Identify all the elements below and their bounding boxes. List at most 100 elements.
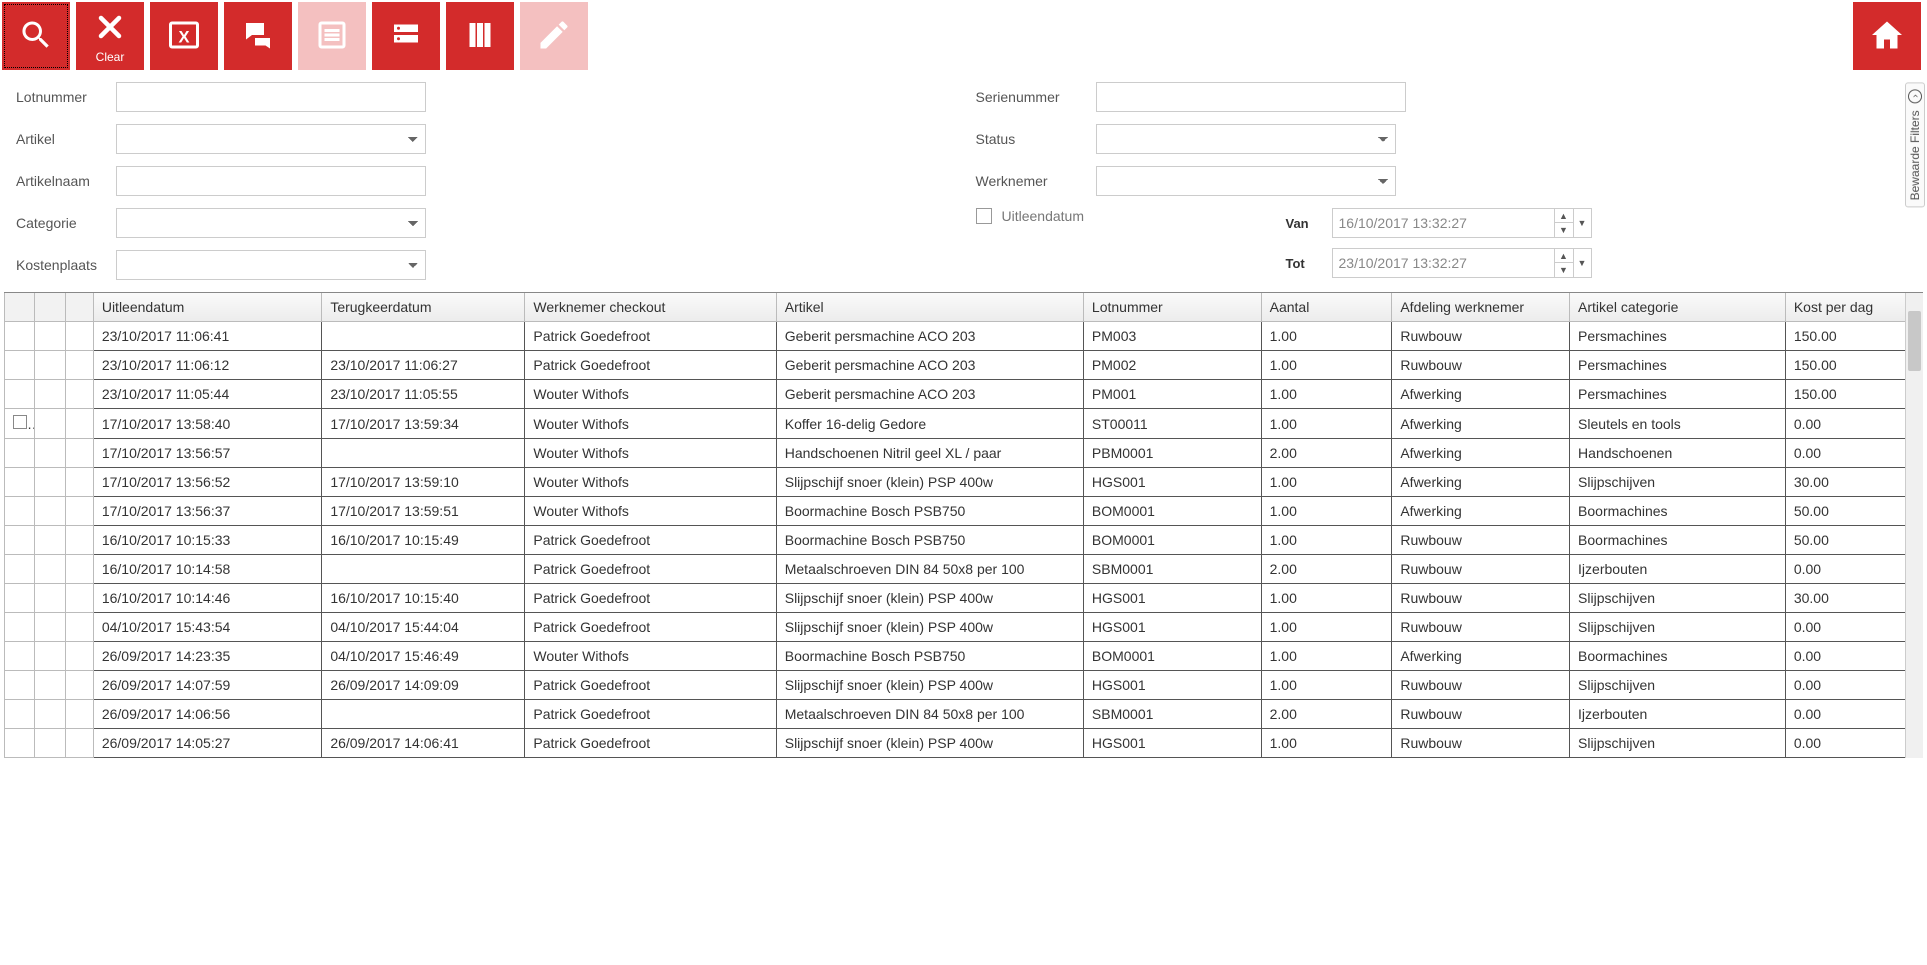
select-categorie[interactable] bbox=[116, 208, 426, 238]
row-selector-cell[interactable] bbox=[5, 584, 35, 613]
table-row[interactable]: 04/10/2017 15:43:5404/10/2017 15:44:04Pa… bbox=[5, 613, 1923, 642]
row-expand-cell[interactable] bbox=[65, 642, 93, 671]
vertical-scrollbar[interactable] bbox=[1905, 293, 1923, 758]
row-expand-cell[interactable] bbox=[65, 613, 93, 642]
checkbox-uitleendatum[interactable] bbox=[976, 208, 992, 224]
row-selector-cell[interactable] bbox=[5, 468, 35, 497]
spin-up-icon[interactable]: ▲ bbox=[1555, 209, 1573, 223]
col-kost-per-dag[interactable]: Kost per dag bbox=[1785, 293, 1922, 322]
home-button[interactable] bbox=[1853, 2, 1921, 70]
row-expand-cell[interactable] bbox=[65, 380, 93, 409]
cell-aantal: 2.00 bbox=[1261, 439, 1392, 468]
row-expand-cell[interactable] bbox=[65, 351, 93, 380]
col-uitleendatum[interactable]: Uitleendatum bbox=[93, 293, 321, 322]
chevron-down-icon[interactable]: ▼ bbox=[1573, 249, 1591, 277]
date-tot-input[interactable] bbox=[1333, 255, 1554, 271]
saved-filters-tab[interactable]: Bewaarde Filters ‹ bbox=[1905, 82, 1925, 207]
row-expand-cell[interactable] bbox=[65, 700, 93, 729]
library-button[interactable] bbox=[446, 2, 514, 70]
select-werknemer[interactable] bbox=[1096, 166, 1396, 196]
scrollbar-thumb[interactable] bbox=[1908, 311, 1921, 371]
row-expand-cell[interactable] bbox=[65, 497, 93, 526]
row-selector-cell[interactable] bbox=[5, 380, 35, 409]
table-row[interactable]: 26/09/2017 14:06:56Patrick GoedefrootMet… bbox=[5, 700, 1923, 729]
cell-artikel: Boormachine Bosch PSB750 bbox=[776, 642, 1083, 671]
row-expand-cell[interactable] bbox=[65, 468, 93, 497]
col-artikel[interactable]: Artikel bbox=[776, 293, 1083, 322]
cell-aantal: 1.00 bbox=[1261, 642, 1392, 671]
cell-artikel: Geberit persmachine ACO 203 bbox=[776, 380, 1083, 409]
row-selector-cell[interactable] bbox=[5, 351, 35, 380]
col-lotnummer[interactable]: Lotnummer bbox=[1083, 293, 1261, 322]
spin-down-icon[interactable]: ▼ bbox=[1555, 263, 1573, 277]
select-status[interactable] bbox=[1096, 124, 1396, 154]
cell-lotnummer: BOM0001 bbox=[1083, 642, 1261, 671]
row-expand-cell[interactable] bbox=[65, 322, 93, 351]
table-row[interactable]: 16/10/2017 10:15:3316/10/2017 10:15:49Pa… bbox=[5, 526, 1923, 555]
date-van[interactable]: ▲▼ ▼ bbox=[1332, 208, 1592, 238]
table-row[interactable]: 17/10/2017 13:56:5217/10/2017 13:59:10Wo… bbox=[5, 468, 1923, 497]
input-serienummer[interactable] bbox=[1096, 82, 1406, 112]
table-row[interactable]: 17/10/2017 13:56:3717/10/2017 13:59:51Wo… bbox=[5, 497, 1923, 526]
col-expand[interactable] bbox=[65, 293, 93, 322]
col-afdeling-werknemer[interactable]: Afdeling werknemer bbox=[1392, 293, 1570, 322]
row-expand-cell[interactable] bbox=[65, 439, 93, 468]
label-kostenplaats: Kostenplaats bbox=[16, 257, 106, 273]
col-werknemer-checkout[interactable]: Werknemer checkout bbox=[525, 293, 776, 322]
col-aantal[interactable]: Aantal bbox=[1261, 293, 1392, 322]
row-selector-cell[interactable] bbox=[5, 700, 35, 729]
col-indicator[interactable] bbox=[35, 293, 65, 322]
table-row[interactable]: 16/10/2017 10:14:4616/10/2017 10:15:40Pa… bbox=[5, 584, 1923, 613]
row-expand-cell[interactable] bbox=[65, 555, 93, 584]
row-selector-cell[interactable] bbox=[5, 642, 35, 671]
spin-down-icon[interactable]: ▼ bbox=[1555, 223, 1573, 237]
table-row[interactable]: 23/10/2017 11:06:41Patrick GoedefrootGeb… bbox=[5, 322, 1923, 351]
table-row[interactable]: 26/09/2017 14:23:3504/10/2017 15:46:49Wo… bbox=[5, 642, 1923, 671]
server-button[interactable] bbox=[372, 2, 440, 70]
cell-uitleendatum: 26/09/2017 14:06:56 bbox=[93, 700, 321, 729]
table-row[interactable]: 26/09/2017 14:05:2726/09/2017 14:06:41Pa… bbox=[5, 729, 1923, 758]
row-selector-cell[interactable] bbox=[5, 555, 35, 584]
search-button[interactable] bbox=[2, 2, 70, 70]
list-button[interactable] bbox=[298, 2, 366, 70]
export-excel-button[interactable]: X bbox=[150, 2, 218, 70]
clear-button[interactable]: Clear bbox=[76, 2, 144, 70]
row-selector-cell[interactable] bbox=[5, 409, 35, 439]
date-tot[interactable]: ▲▼ ▼ bbox=[1332, 248, 1592, 278]
row-expand-cell[interactable] bbox=[65, 584, 93, 613]
cell-werknemer: Patrick Goedefroot bbox=[525, 351, 776, 380]
checkbox-icon[interactable] bbox=[13, 415, 27, 429]
comments-button[interactable] bbox=[224, 2, 292, 70]
table-row[interactable]: 17/10/2017 13:56:57Wouter WithofsHandsch… bbox=[5, 439, 1923, 468]
row-selector-cell[interactable] bbox=[5, 322, 35, 351]
row-selector-cell[interactable] bbox=[5, 497, 35, 526]
select-artikel[interactable] bbox=[116, 124, 426, 154]
col-terugkeerdatum[interactable]: Terugkeerdatum bbox=[322, 293, 525, 322]
select-kostenplaats[interactable] bbox=[116, 250, 426, 280]
table-row[interactable]: 23/10/2017 11:05:4423/10/2017 11:05:55Wo… bbox=[5, 380, 1923, 409]
spin-up-icon[interactable]: ▲ bbox=[1555, 249, 1573, 263]
row-expand-cell[interactable] bbox=[65, 729, 93, 758]
row-selector-cell[interactable] bbox=[5, 439, 35, 468]
date-van-input[interactable] bbox=[1333, 215, 1554, 231]
input-artikelnaam[interactable] bbox=[116, 166, 426, 196]
row-selector-cell[interactable] bbox=[5, 613, 35, 642]
table-row[interactable]: 23/10/2017 11:06:1223/10/2017 11:06:27Pa… bbox=[5, 351, 1923, 380]
row-expand-cell[interactable] bbox=[65, 671, 93, 700]
cell-werknemer: Wouter Withofs bbox=[525, 380, 776, 409]
input-lotnummer[interactable] bbox=[116, 82, 426, 112]
table-row[interactable]: 26/09/2017 14:07:5926/09/2017 14:09:09Pa… bbox=[5, 671, 1923, 700]
col-selector[interactable] bbox=[5, 293, 35, 322]
cell-categorie: Boormachines bbox=[1570, 526, 1786, 555]
col-artikel-categorie[interactable]: Artikel categorie bbox=[1570, 293, 1786, 322]
edit-button[interactable] bbox=[520, 2, 588, 70]
cell-afdeling: Afwerking bbox=[1392, 439, 1570, 468]
table-row[interactable]: 17/10/2017 13:58:4017/10/2017 13:59:34Wo… bbox=[5, 409, 1923, 439]
chevron-down-icon[interactable]: ▼ bbox=[1573, 209, 1591, 237]
row-expand-cell[interactable] bbox=[65, 526, 93, 555]
row-expand-cell[interactable] bbox=[65, 409, 93, 439]
row-selector-cell[interactable] bbox=[5, 671, 35, 700]
table-row[interactable]: 16/10/2017 10:14:58Patrick GoedefrootMet… bbox=[5, 555, 1923, 584]
row-selector-cell[interactable] bbox=[5, 729, 35, 758]
row-selector-cell[interactable] bbox=[5, 526, 35, 555]
